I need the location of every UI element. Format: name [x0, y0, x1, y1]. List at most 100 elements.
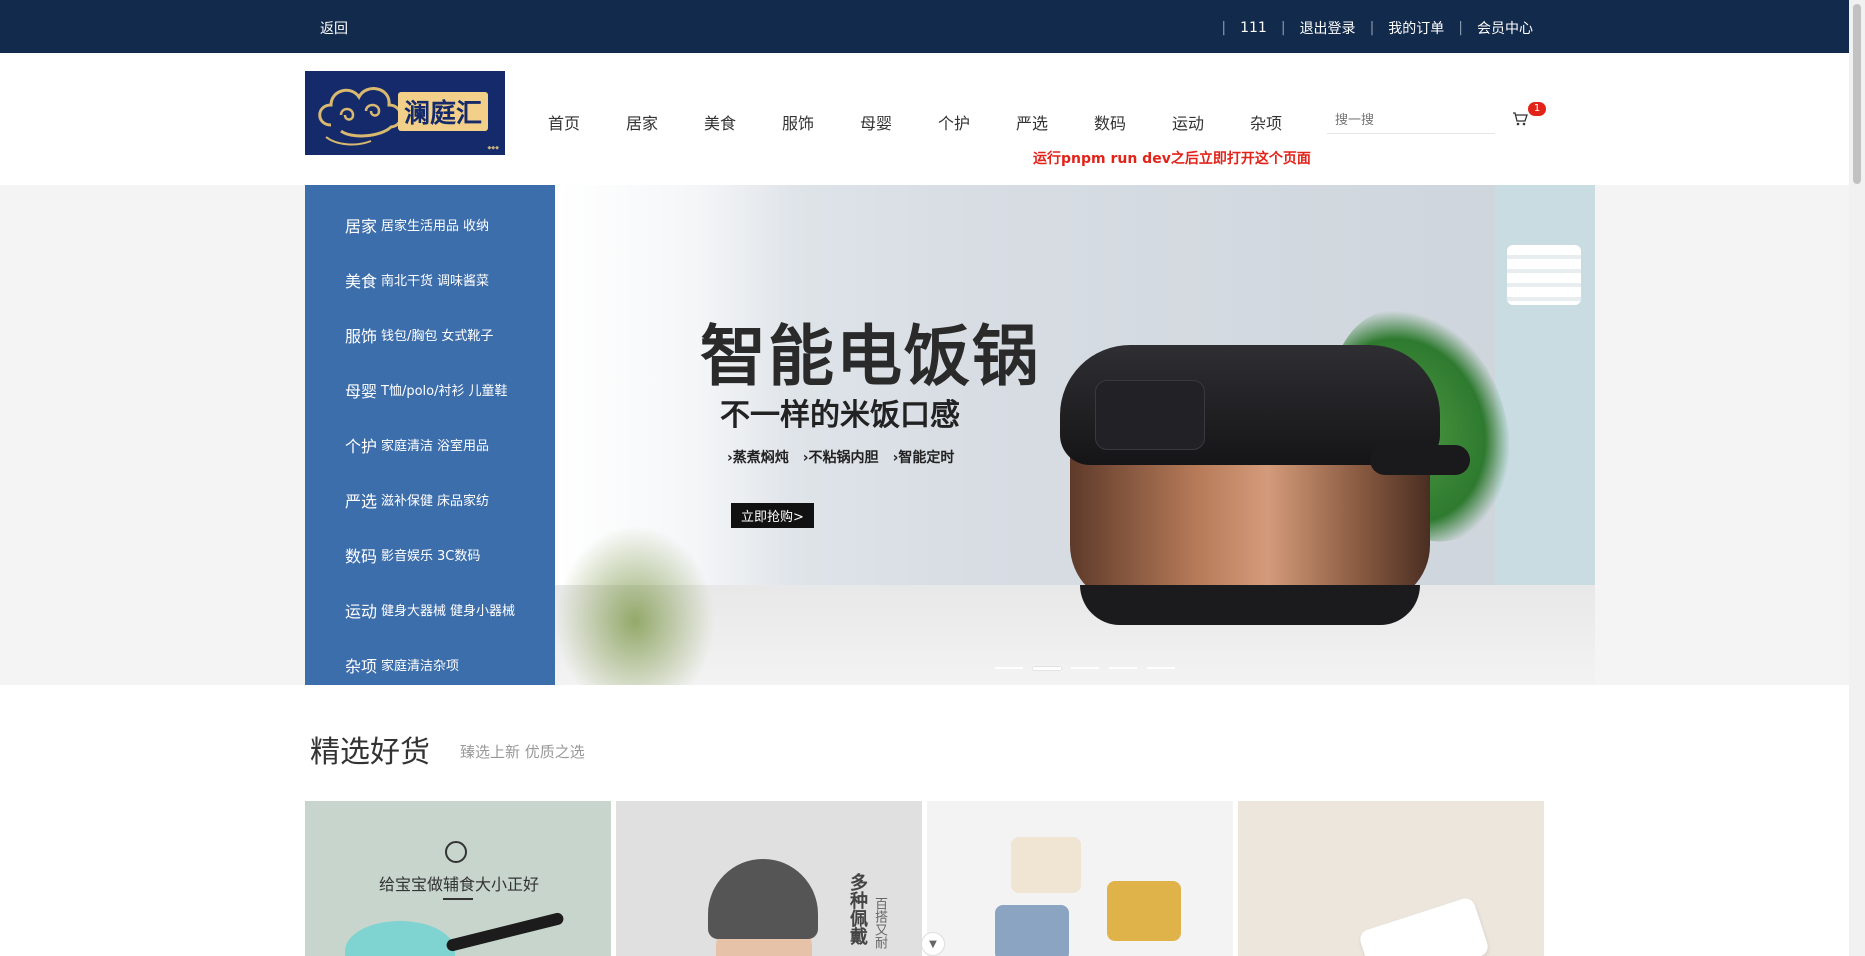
site-logo[interactable]: 澜庭汇 ◆◆◆	[305, 71, 505, 155]
rice-cooker-base	[1080, 585, 1420, 625]
back-link[interactable]: 返回	[320, 18, 348, 38]
carousel-dot[interactable]	[995, 667, 1023, 669]
carousel-dot[interactable]	[1147, 667, 1175, 669]
category-item-home-living[interactable]: 居家 居家生活用品 收纳	[305, 197, 555, 252]
nav-item-home[interactable]: 首页	[548, 110, 587, 134]
category-main-label: 个护	[345, 436, 378, 456]
category-main-label: 严选	[345, 491, 378, 511]
category-sub-link[interactable]: 儿童鞋	[469, 380, 508, 399]
cart-icon[interactable]	[1512, 111, 1528, 127]
rice-cooker-panel	[1095, 380, 1205, 450]
product-shirt-image	[995, 905, 1069, 956]
orders-link[interactable]: 我的订单	[1388, 18, 1444, 38]
product-shirt-image	[1107, 881, 1181, 941]
carousel-dot[interactable]	[1071, 667, 1099, 669]
category-sub-link[interactable]: 收纳	[463, 215, 489, 234]
category-main-label: 数码	[345, 546, 378, 566]
nav-item-sports[interactable]: 运动	[1172, 110, 1211, 134]
product-card[interactable]	[927, 801, 1233, 956]
baby-face-icon	[445, 841, 467, 863]
product-shirt-image	[1011, 837, 1081, 893]
category-main-label: 母婴	[345, 381, 378, 401]
category-main-label: 服饰	[345, 326, 378, 346]
category-sub-link[interactable]: 床品家纺	[437, 490, 489, 509]
banner-feature: ›蒸煮焖炖	[727, 450, 789, 466]
carousel-dot[interactable]	[1109, 667, 1137, 669]
separator: |	[1369, 20, 1375, 36]
banner-towel-decor	[1507, 245, 1581, 305]
section-subtitle: 臻选上新 优质之选	[460, 743, 585, 761]
product-caption: 给宝宝做辅食大小正好	[379, 875, 540, 894]
category-item-misc[interactable]: 杂项 家庭清洁杂项	[305, 637, 555, 692]
category-sub-link[interactable]: 浴室用品	[437, 435, 489, 454]
dev-notice-text: 运行pnpm run dev之后立即打开这个页面	[1033, 151, 1311, 167]
category-sub-link[interactable]: 3C数码	[437, 545, 480, 564]
category-sub-link[interactable]: T恤/polo/衬衫	[381, 380, 464, 399]
category-sub-link[interactable]: 滋补保健	[381, 490, 433, 509]
rice-cooker-handle	[1370, 445, 1470, 475]
category-sub-link[interactable]: 健身大器械	[381, 600, 446, 619]
member-center-link[interactable]: 会员中心	[1477, 18, 1533, 38]
category-main-label: 杂项	[345, 656, 378, 676]
category-item-selected[interactable]: 严选 滋补保健 床品家纺	[305, 472, 555, 527]
category-item-personal-care[interactable]: 个护 家庭清洁 浴室用品	[305, 417, 555, 472]
category-sub-link[interactable]: 家庭清洁	[381, 435, 433, 454]
separator: |	[1221, 20, 1227, 36]
category-menu: 居家 居家生活用品 收纳 美食 南北干货 调味酱菜 服饰 钱包/胸包 女式靴子 …	[305, 185, 555, 685]
nav-item-selected[interactable]: 严选	[1016, 110, 1055, 134]
hero-banner[interactable]: 智能电饭锅 不一样的米饭口感 ›蒸煮焖炖 ›不粘锅内胆 ›智能定时 立即抢购>	[555, 185, 1595, 685]
category-item-food[interactable]: 美食 南北干货 调味酱菜	[305, 252, 555, 307]
nav-item-home-living[interactable]: 居家	[626, 110, 665, 134]
nav-item-apparel[interactable]: 服饰	[782, 110, 821, 134]
page-scrollbar[interactable]	[1849, 0, 1865, 956]
caption-underline	[443, 898, 473, 900]
cloud-logo-icon	[318, 87, 403, 146]
category-sub-link[interactable]: 家庭清洁杂项	[381, 655, 459, 674]
category-sub-link[interactable]: 健身小器械	[450, 600, 515, 619]
product-card[interactable]: 给宝宝做辅食大小正好	[305, 801, 611, 956]
chevron-down-icon: ▼	[929, 938, 937, 950]
scroll-down-button[interactable]: ▼	[921, 932, 945, 956]
separator: |	[1458, 20, 1463, 36]
nav-item-personal-care[interactable]: 个护	[938, 110, 977, 134]
category-sub-link[interactable]: 钱包/胸包	[381, 325, 437, 344]
buy-now-button[interactable]: 立即抢购>	[731, 503, 814, 528]
category-item-sports[interactable]: 运动 健身大器械 健身小器械	[305, 582, 555, 637]
category-main-label: 运动	[345, 601, 378, 621]
logout-link[interactable]: 退出登录	[1300, 18, 1356, 38]
scrollbar-thumb[interactable]	[1853, 4, 1861, 184]
banner-feature: ›不粘锅内胆	[802, 450, 879, 466]
nav-item-misc[interactable]: 杂项	[1250, 110, 1289, 134]
logo-subtext: ◆◆◆	[487, 145, 499, 151]
site-header: 澜庭汇 ◆◆◆ 首页 居家 美食 服饰 母婴 个护 严选 数码 运动 杂项 1 …	[0, 53, 1849, 185]
section-title: 精选好货	[310, 735, 430, 770]
category-main-label: 美食	[345, 271, 378, 291]
category-sub-link[interactable]: 南北干货	[381, 270, 433, 289]
category-item-apparel[interactable]: 服饰 钱包/胸包 女式靴子	[305, 307, 555, 362]
category-sub-link[interactable]: 女式靴子	[441, 325, 493, 344]
nav-item-food[interactable]: 美食	[704, 110, 743, 134]
banner-headline: 智能电饭锅	[700, 318, 1040, 395]
category-sub-link[interactable]: 调味酱菜	[437, 270, 489, 289]
username-link[interactable]: 111	[1240, 20, 1267, 36]
logo-text: 澜庭汇	[397, 91, 488, 131]
category-item-digital[interactable]: 数码 影音娱乐 3C数码	[305, 527, 555, 582]
category-sub-link[interactable]: 居家生活用品	[381, 215, 459, 234]
product-card[interactable]	[1238, 801, 1544, 956]
carousel-dot-active[interactable]	[1033, 667, 1061, 670]
banner-features: ›蒸煮焖炖 ›不粘锅内胆 ›智能定时	[727, 447, 968, 467]
product-card[interactable]: 多种佩戴 百搭又耐	[616, 801, 922, 956]
product-ice-tray-image	[1357, 895, 1491, 956]
category-item-baby[interactable]: 母婴 T恤/polo/衬衫 儿童鞋	[305, 362, 555, 417]
nav-item-digital[interactable]: 数码	[1094, 110, 1133, 134]
search-input[interactable]	[1327, 108, 1495, 134]
separator: |	[1280, 20, 1286, 36]
product-pan-handle	[445, 911, 565, 953]
hero-area: 居家 居家生活用品 收纳 美食 南北干货 调味酱菜 服饰 钱包/胸包 女式靴子 …	[0, 185, 1849, 685]
nav-item-baby[interactable]: 母婴	[860, 110, 899, 134]
main-nav: 首页 居家 美食 服饰 母婴 个护 严选 数码 运动 杂项	[548, 110, 1328, 134]
cart-count-badge: 1	[1528, 102, 1546, 116]
carousel-indicators	[995, 667, 1185, 670]
category-main-label: 居家	[345, 216, 378, 236]
category-sub-link[interactable]: 影音娱乐	[381, 545, 433, 564]
